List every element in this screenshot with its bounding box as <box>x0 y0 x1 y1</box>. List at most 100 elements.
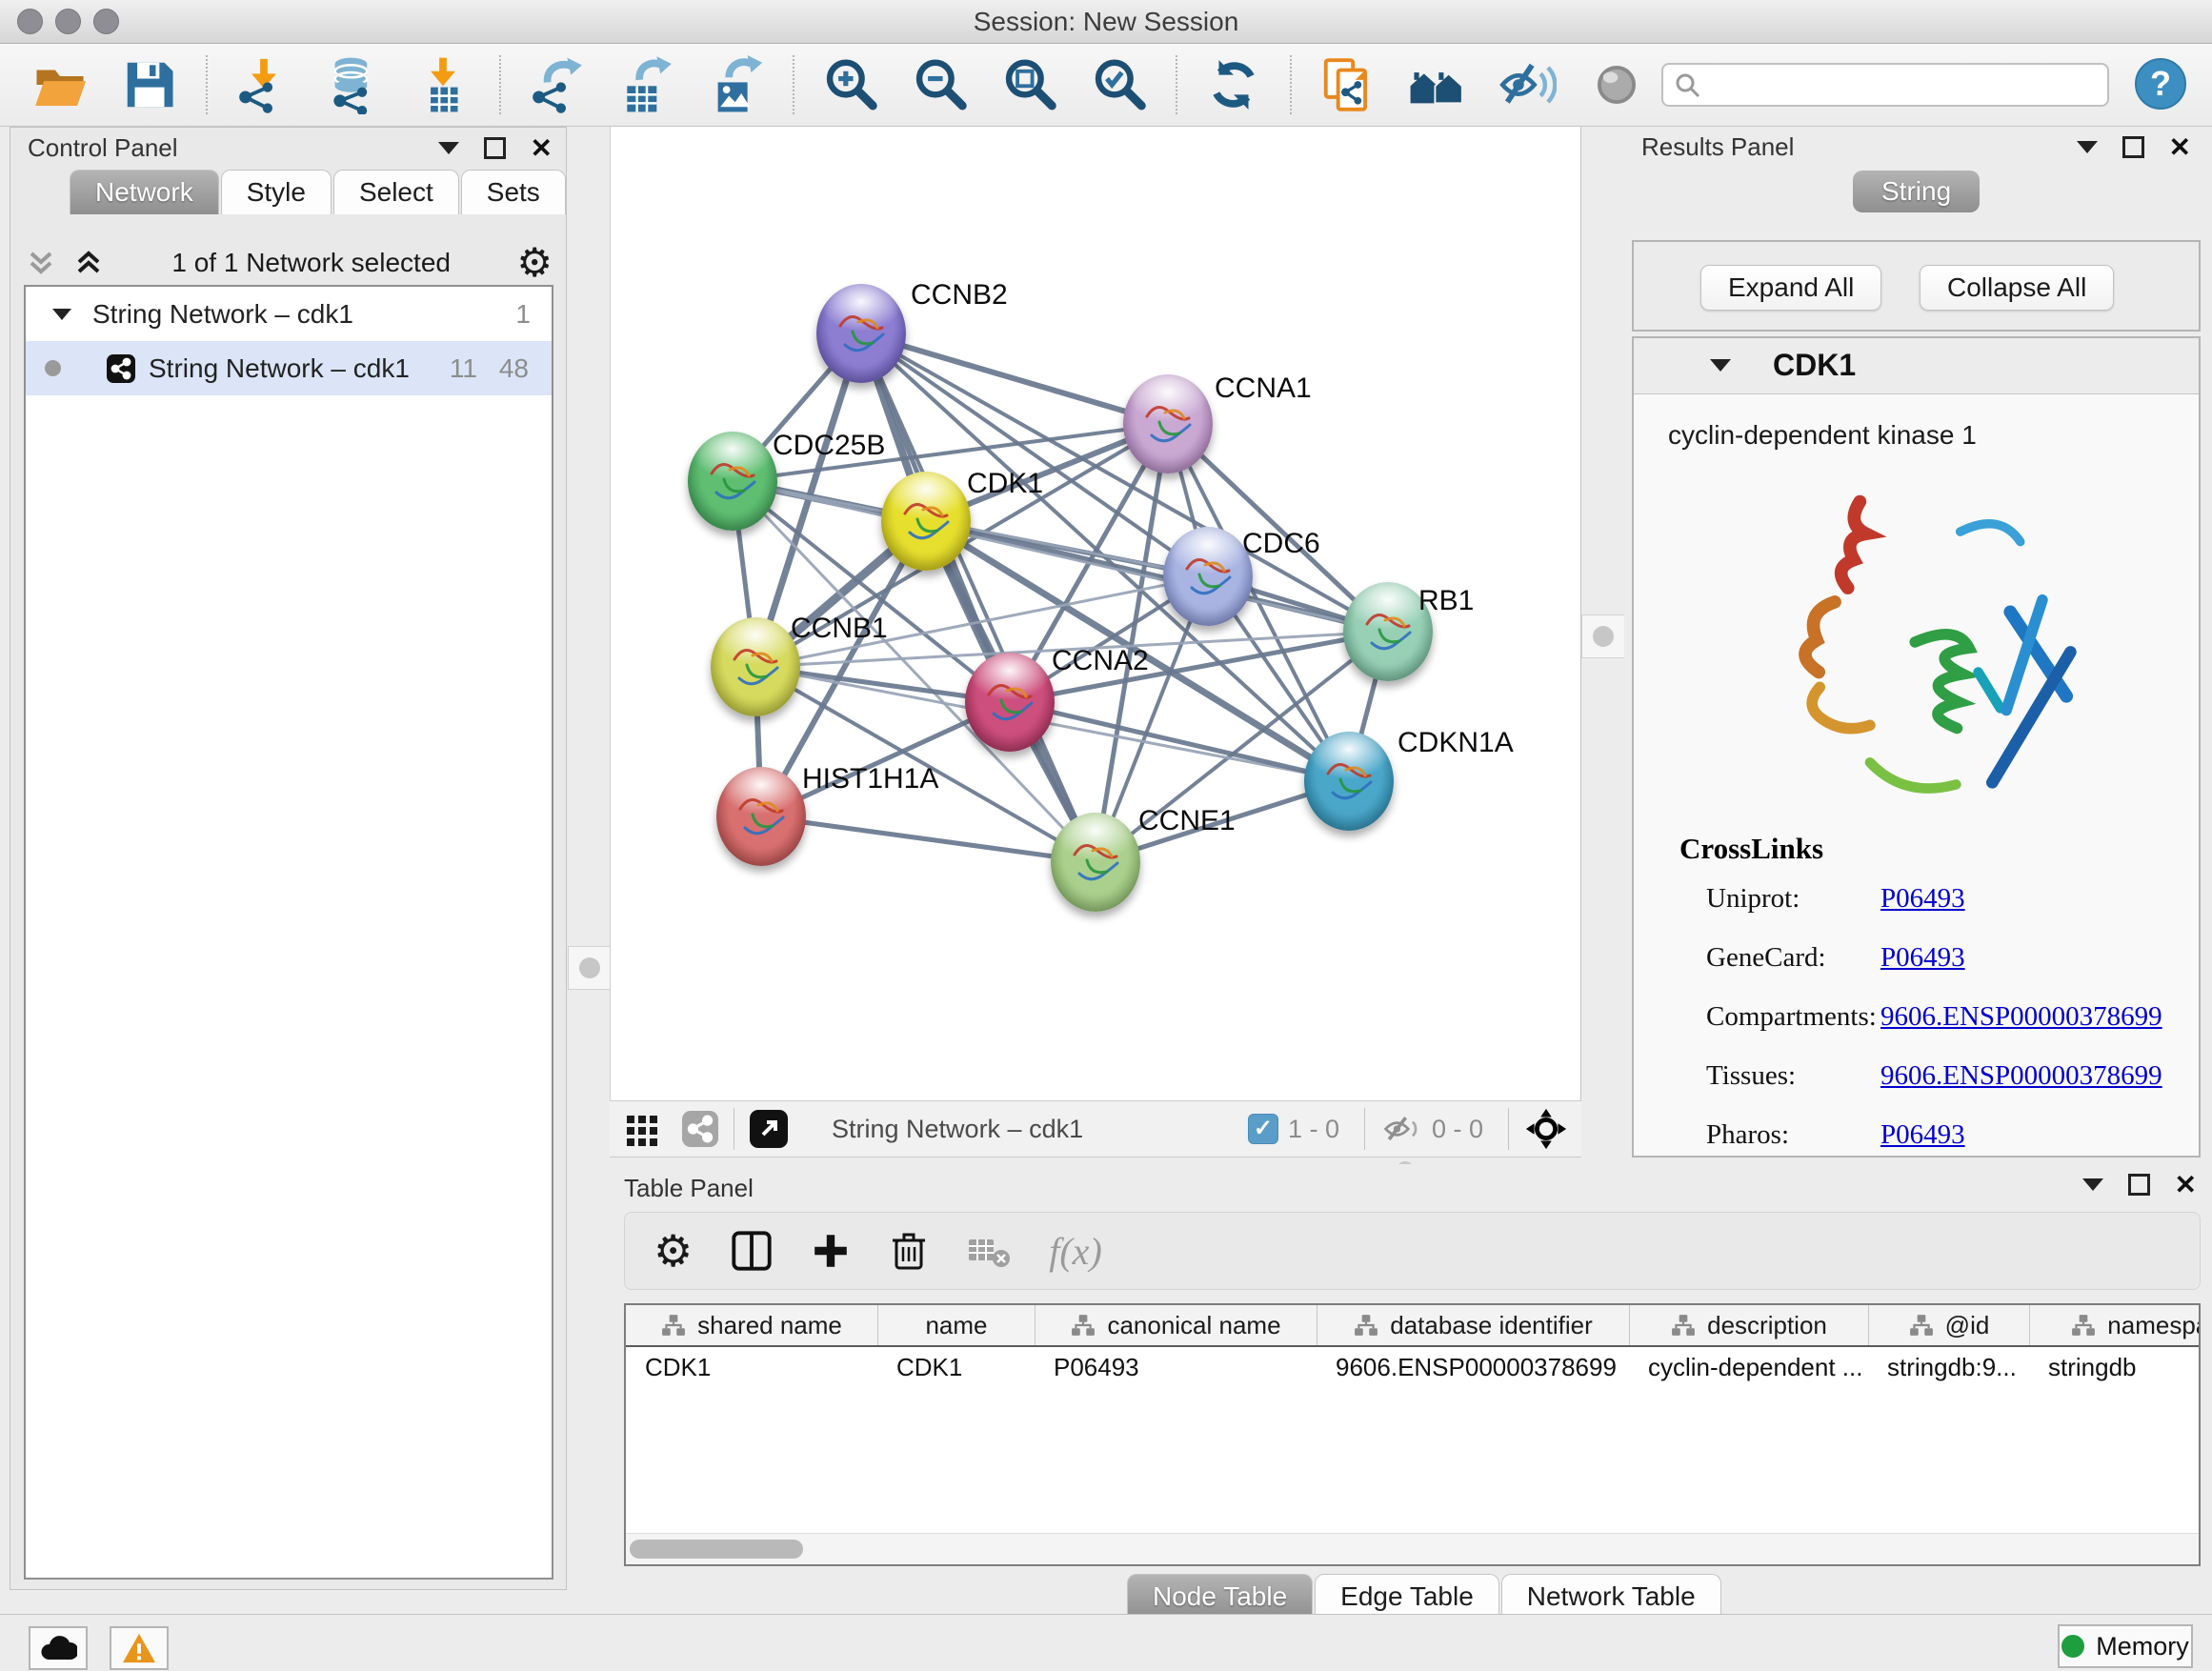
collapse-all-button[interactable]: Collapse All <box>1920 265 2114 311</box>
export-network-button[interactable] <box>518 51 596 118</box>
network-node-CDC25B[interactable] <box>688 432 777 531</box>
cloud-status-button[interactable] <box>29 1626 88 1670</box>
network-node-CCNB1[interactable] <box>711 617 800 716</box>
table-horizontal-scrollbar[interactable] <box>626 1533 2199 1564</box>
show-all-button[interactable] <box>1578 51 1656 118</box>
cell-canonical-name[interactable]: P06493 <box>1035 1353 1317 1382</box>
panel-close-icon[interactable]: ✕ <box>531 139 553 158</box>
tab-edge-table[interactable]: Edge Table <box>1315 1574 1499 1619</box>
delete-column-trash-icon[interactable] <box>889 1230 929 1272</box>
cell-namespace[interactable]: stringdb <box>2029 1353 2201 1382</box>
network-node-CDK1[interactable] <box>881 472 971 571</box>
zoom-in-button[interactable] <box>812 51 890 118</box>
column-header-canonical-name[interactable]: canonical name <box>1035 1305 1317 1345</box>
pharos-link[interactable]: P06493 <box>1880 1119 1965 1151</box>
column-header-database-identifier[interactable]: database identifier <box>1317 1305 1629 1345</box>
tab-sets[interactable]: Sets <box>461 170 566 214</box>
table-row[interactable]: CDK1 CDK1 P06493 9606.ENSP00000378699 cy… <box>626 1347 2199 1387</box>
warnings-button[interactable] <box>110 1626 169 1670</box>
tab-string[interactable]: String <box>1853 171 1980 212</box>
expand-all-icon[interactable] <box>71 246 106 280</box>
view-share-icon[interactable] <box>682 1111 718 1147</box>
entry-expander-icon[interactable] <box>1710 359 1731 372</box>
left-splitter-handle[interactable] <box>568 946 612 990</box>
column-header-shared-name[interactable]: shared name <box>626 1305 877 1345</box>
network-label: String Network – cdk1 <box>149 353 410 384</box>
zoom-fit-button[interactable] <box>991 51 1069 118</box>
panel-close-icon[interactable]: ✕ <box>2175 1176 2197 1195</box>
network-options-gear-icon[interactable]: ⚙ <box>516 244 553 282</box>
tab-network-table[interactable]: Network Table <box>1501 1574 1721 1619</box>
panel-menu-icon[interactable] <box>438 142 459 154</box>
panel-float-icon[interactable] <box>2128 1174 2150 1196</box>
cell-shared-name[interactable]: CDK1 <box>626 1353 877 1382</box>
center-view-crosshair-icon[interactable] <box>1524 1107 1568 1151</box>
network-node-HIST1H1A[interactable] <box>716 767 806 866</box>
table-options-gear-icon[interactable]: ⚙ <box>654 1232 693 1270</box>
network-node-CCNA1[interactable] <box>1123 374 1213 473</box>
network-row-selected[interactable]: String Network – cdk1 11 48 <box>26 341 552 395</box>
cell-database-identifier[interactable]: 9606.ENSP00000378699 <box>1317 1353 1629 1382</box>
search-input[interactable] <box>1661 63 2109 107</box>
network-collection-row[interactable]: String Network – cdk1 1 <box>26 287 552 341</box>
tissues-link[interactable]: 9606.ENSP00000378699 <box>1880 1060 2162 1092</box>
tab-select[interactable]: Select <box>333 170 459 214</box>
cell-description[interactable]: cyclin-dependent ... <box>1629 1353 1868 1382</box>
delete-table-icon[interactable] <box>967 1234 1011 1268</box>
zoom-out-button[interactable] <box>901 51 979 118</box>
scrollbar-thumb[interactable] <box>630 1540 803 1559</box>
birdseye-toggle-icon[interactable] <box>750 1110 788 1148</box>
import-network-file-button[interactable] <box>225 51 303 118</box>
export-table-button[interactable] <box>608 51 686 118</box>
entry-header[interactable]: CDK1 <box>1634 338 2199 394</box>
network-node-CCNA2[interactable] <box>965 653 1055 752</box>
panel-float-icon[interactable] <box>2122 136 2144 158</box>
open-session-button[interactable] <box>21 51 99 118</box>
zoom-selected-button[interactable] <box>1080 51 1158 118</box>
network-node-CDC6[interactable] <box>1163 527 1253 626</box>
first-neighbors-button[interactable] <box>1398 51 1477 118</box>
column-header-description[interactable]: description <box>1629 1305 1868 1345</box>
network-node-CCNB2[interactable] <box>816 284 906 383</box>
right-splitter-handle[interactable] <box>1581 614 1625 658</box>
network-canvas[interactable]: CCNB2CCNA1CDC25BCDK1CDC6RB1CCNB1CCNA2CDK… <box>610 127 1581 1100</box>
import-network-database-button[interactable] <box>314 51 392 118</box>
selected-nodes-edges-count: 1 - 0 <box>1288 1115 1339 1144</box>
network-node-CDKN1A[interactable] <box>1304 732 1394 831</box>
selected-checkbox-icon[interactable]: ✓ <box>1248 1114 1278 1144</box>
column-header-name[interactable]: name <box>877 1305 1035 1345</box>
create-column-plus-icon[interactable] <box>811 1231 851 1271</box>
column-header-id[interactable]: @id <box>1868 1305 2029 1345</box>
panel-menu-icon[interactable] <box>2077 141 2098 153</box>
show-columns-icon[interactable] <box>731 1230 773 1272</box>
collapse-all-icon[interactable] <box>24 246 58 280</box>
right-splitter[interactable] <box>1581 127 1626 1158</box>
grid-layout-icon[interactable] <box>623 1110 661 1148</box>
new-network-from-selection-button[interactable] <box>1309 51 1387 118</box>
hide-selection-button[interactable] <box>1488 51 1566 118</box>
panel-menu-icon[interactable] <box>2082 1178 2103 1191</box>
export-image-button[interactable] <box>697 51 775 118</box>
cell-name[interactable]: CDK1 <box>877 1353 1035 1382</box>
help-button[interactable]: ? <box>2134 57 2187 113</box>
uniprot-link[interactable]: P06493 <box>1880 883 1965 915</box>
tab-node-table[interactable]: Node Table <box>1127 1574 1313 1619</box>
save-session-button[interactable] <box>111 51 189 118</box>
memory-button[interactable]: Memory <box>2058 1624 2193 1668</box>
collection-expander-icon[interactable] <box>52 309 71 320</box>
cell-id[interactable]: stringdb:9... <box>1868 1353 2029 1382</box>
function-builder-icon[interactable]: f(x) <box>1049 1229 1102 1274</box>
column-header-namespace[interactable]: namespace <box>2029 1305 2201 1345</box>
refresh-view-button[interactable] <box>1195 51 1273 118</box>
panel-close-icon[interactable]: ✕ <box>2169 138 2191 157</box>
genecard-link[interactable]: P06493 <box>1880 942 1965 974</box>
import-table-file-button[interactable] <box>404 51 482 118</box>
panel-float-icon[interactable] <box>484 137 506 159</box>
duplicate-network-icon <box>1318 55 1377 114</box>
tab-network[interactable]: Network <box>70 170 219 214</box>
expand-all-button[interactable]: Expand All <box>1700 265 1881 311</box>
network-node-CCNE1[interactable] <box>1051 813 1140 912</box>
tab-style[interactable]: Style <box>221 170 332 214</box>
compartments-link[interactable]: 9606.ENSP00000378699 <box>1880 1001 2162 1033</box>
left-splitter[interactable] <box>568 127 610 1158</box>
